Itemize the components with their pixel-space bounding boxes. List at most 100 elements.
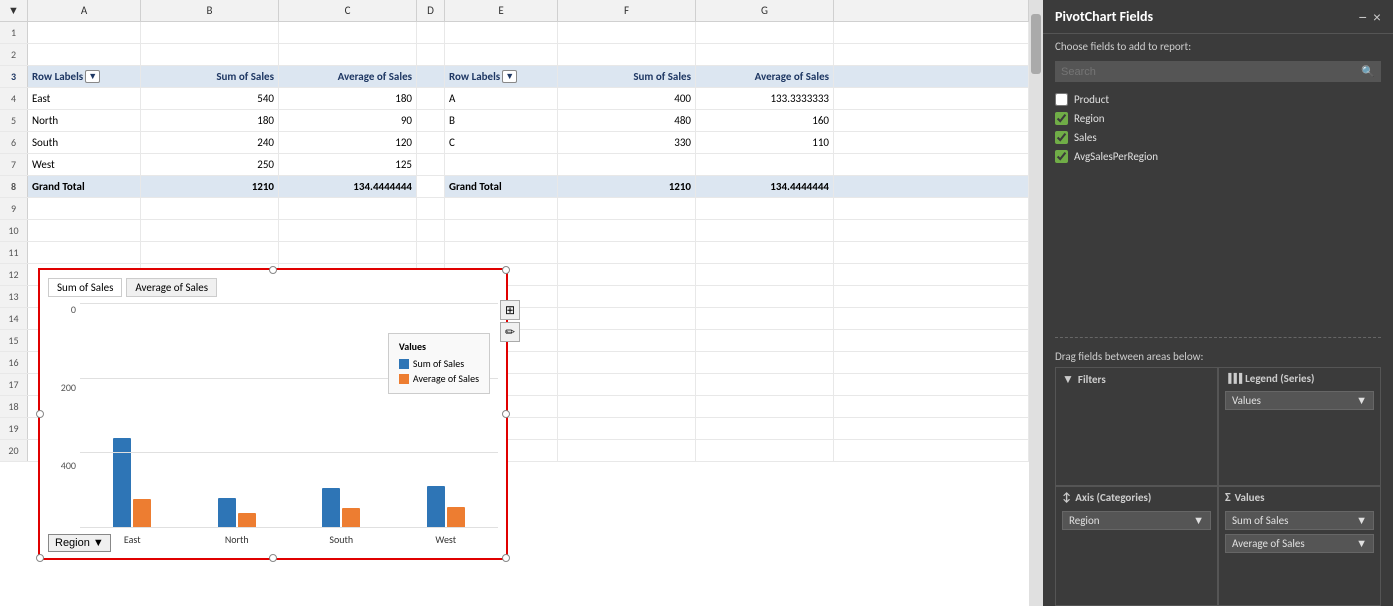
table-row[interactable]: 5 North 180 90 B 480 160 bbox=[0, 110, 1029, 132]
axis-chip-region[interactable]: Region ▼ bbox=[1062, 511, 1211, 530]
region-filter-button[interactable]: Region ▼ bbox=[48, 534, 111, 552]
search-box: 🔍 bbox=[1055, 61, 1381, 82]
filter-area-icon: ▼ bbox=[1062, 372, 1074, 387]
fields-empty-area bbox=[1043, 210, 1393, 330]
filter-button2[interactable]: ▼ bbox=[502, 70, 517, 83]
vertical-scrollbar[interactable] bbox=[1029, 0, 1043, 606]
col-header-a[interactable]: A bbox=[28, 0, 141, 21]
chart-tab-sum[interactable]: Sum of Sales bbox=[48, 278, 122, 297]
values-chip-sum-arrow: ▼ bbox=[1356, 514, 1367, 527]
product-b: B bbox=[445, 110, 558, 131]
field-checkbox-sales[interactable] bbox=[1055, 131, 1068, 144]
corner-cell: ▼ bbox=[0, 0, 28, 21]
chart-tabs: Sum of Sales Average of Sales bbox=[48, 278, 498, 297]
chart-body: 600 400 200 0 bbox=[48, 303, 498, 550]
values-chip-avg[interactable]: Average of Sales ▼ bbox=[1225, 534, 1374, 553]
chart-filter: Region ▼ bbox=[48, 534, 111, 552]
filters-label: Filters bbox=[1078, 373, 1106, 386]
avg-sales-header1: Average of Sales bbox=[279, 66, 417, 87]
table-row[interactable]: 6 South 240 120 C 330 110 bbox=[0, 132, 1029, 154]
grand-total-sum1: 1210 bbox=[141, 176, 279, 197]
resize-bottom-left[interactable] bbox=[36, 554, 44, 562]
col-header-d[interactable]: D bbox=[417, 0, 445, 21]
field-checkbox-product[interactable] bbox=[1055, 93, 1068, 106]
field-checkbox-region[interactable] bbox=[1055, 112, 1068, 125]
col-header-g[interactable]: G bbox=[696, 0, 834, 21]
sum-sales-header1: Sum of Sales bbox=[141, 66, 279, 87]
resize-right[interactable] bbox=[502, 410, 510, 418]
fields-list: Product Region Sales AvgSalesPerRegion bbox=[1055, 90, 1381, 210]
south-avg: 120 bbox=[279, 132, 417, 153]
col-header-e[interactable]: E bbox=[445, 0, 558, 21]
values-area[interactable]: Σ Values Sum of Sales ▼ Average of Sales… bbox=[1218, 486, 1381, 606]
scrollbar-thumb[interactable] bbox=[1031, 14, 1041, 74]
table-row[interactable]: 4 East 540 180 A 400 133.3333333 bbox=[0, 88, 1029, 110]
col-header-rest bbox=[834, 0, 1029, 21]
divider bbox=[1055, 337, 1381, 338]
chart-layout-button[interactable]: ⊞ bbox=[500, 300, 520, 320]
values-chip-avg-label: Average of Sales bbox=[1232, 537, 1305, 550]
table-row: 9 bbox=[0, 198, 1029, 220]
c-avg: 110 bbox=[696, 132, 834, 153]
region-north: North bbox=[28, 110, 141, 131]
field-label-avgsales: AvgSalesPerRegion bbox=[1074, 150, 1158, 163]
resize-top-right[interactable] bbox=[502, 266, 510, 274]
values-chip-avg-arrow: ▼ bbox=[1356, 537, 1367, 550]
close-button[interactable]: × bbox=[1373, 9, 1381, 25]
legend-label-sum: Sum of Sales bbox=[413, 357, 464, 370]
legend-title: Values bbox=[399, 340, 479, 353]
legend-area[interactable]: ▐▐▐ Legend (Series) Values ▼ bbox=[1218, 367, 1381, 486]
panel-subtitle: Choose fields to add to report: bbox=[1043, 34, 1393, 57]
field-checkbox-avgsales[interactable] bbox=[1055, 150, 1068, 163]
minimize-button[interactable]: − bbox=[1359, 9, 1367, 25]
table-row[interactable]: 7 West 250 125 bbox=[0, 154, 1029, 176]
col-header-b[interactable]: B bbox=[141, 0, 279, 21]
sum-sales-header2: Sum of Sales bbox=[558, 66, 696, 87]
filter-button1[interactable]: ▼ bbox=[85, 70, 100, 83]
region-east: East bbox=[28, 88, 141, 109]
axis-area[interactable]: ↕ Axis (Categories) Region ▼ bbox=[1055, 486, 1218, 606]
search-input[interactable] bbox=[1055, 62, 1355, 82]
resize-top[interactable] bbox=[269, 266, 277, 274]
field-label-product: Product bbox=[1074, 93, 1109, 106]
x-label-north: North bbox=[185, 533, 290, 546]
pivot-header-row: 3 Row Labels ▼ Sum of Sales Average of S… bbox=[0, 66, 1029, 88]
field-avgsalesperregion: AvgSalesPerRegion bbox=[1055, 147, 1381, 166]
field-product: Product bbox=[1055, 90, 1381, 109]
row-num: 3 bbox=[0, 66, 28, 87]
table-row: 2 bbox=[0, 44, 1029, 66]
bar-west-sum bbox=[427, 486, 445, 528]
axis-area-icon: ↕ bbox=[1062, 491, 1071, 505]
region-west: West bbox=[28, 154, 141, 175]
panel-title: PivotChart Fields bbox=[1055, 8, 1153, 25]
chart-legend: Values Sum of Sales Average of Sales bbox=[388, 333, 490, 394]
col-header-c[interactable]: C bbox=[279, 0, 417, 21]
resize-bottom[interactable] bbox=[269, 554, 277, 562]
filters-area[interactable]: ▼ Filters bbox=[1055, 367, 1218, 486]
east-sum: 540 bbox=[141, 88, 279, 109]
drag-label: Drag fields between areas below: bbox=[1043, 346, 1393, 367]
bar-group-south bbox=[289, 488, 394, 528]
resize-left[interactable] bbox=[36, 410, 44, 418]
values-chip-sum-label: Sum of Sales bbox=[1232, 514, 1288, 527]
c-sum: 330 bbox=[558, 132, 696, 153]
pivot-chart[interactable]: ⊞ ✏ Sum of Sales Average of Sales 600 40… bbox=[38, 268, 508, 560]
values-label: Values bbox=[1235, 491, 1265, 504]
filters-header: ▼ Filters bbox=[1062, 372, 1211, 387]
x-labels: East North South West bbox=[80, 528, 498, 550]
legend-color-sum bbox=[399, 359, 409, 369]
col-header-f[interactable]: F bbox=[558, 0, 696, 21]
values-chip-sum[interactable]: Sum of Sales ▼ bbox=[1225, 511, 1374, 530]
chart-tab-avg[interactable]: Average of Sales bbox=[126, 278, 217, 297]
region-south: South bbox=[28, 132, 141, 153]
row-labels-header1: Row Labels ▼ bbox=[28, 66, 141, 87]
b-sum: 480 bbox=[558, 110, 696, 131]
chart-style-button[interactable]: ✏ bbox=[500, 322, 520, 342]
west-avg: 125 bbox=[279, 154, 417, 175]
resize-bottom-right[interactable] bbox=[502, 554, 510, 562]
legend-chip-values[interactable]: Values ▼ bbox=[1225, 391, 1374, 410]
field-region: Region bbox=[1055, 109, 1381, 128]
row-num: 4 bbox=[0, 88, 28, 109]
axis-chip-label: Region bbox=[1069, 514, 1100, 527]
b-avg: 160 bbox=[696, 110, 834, 131]
